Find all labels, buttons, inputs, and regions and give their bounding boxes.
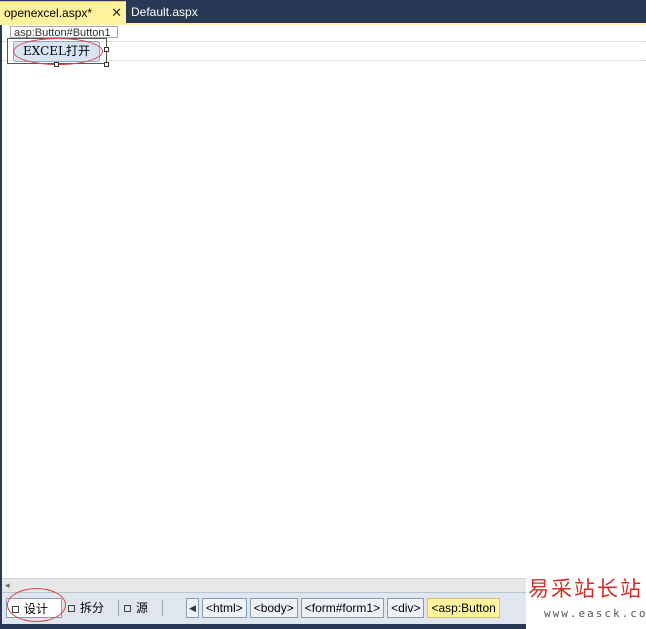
watermark-url: www.easck.com [544,607,646,620]
breadcrumb-scroll-left-icon[interactable]: ◀ [186,598,199,618]
source-view-icon [124,605,131,612]
resize-handle-corner[interactable] [104,62,109,67]
split-view-icon [68,605,75,612]
tag-breadcrumb: <html> <body> <form#form1> <div> <asp:Button [202,598,503,618]
split-view-label: 拆分 [80,601,105,615]
source-view-label: 源 [136,601,149,615]
watermark: 易采站长站 www.easck.com [526,570,646,629]
tab-default[interactable]: Default.aspx [128,1,198,23]
tab-default-label: Default.aspx [131,5,198,19]
control-tag-label: asp:Button#Button1 [10,26,118,39]
source-view-button[interactable]: 源 [124,598,148,618]
breadcrumb-body[interactable]: <body> [249,598,298,618]
document-tab-strip: openexcel.aspx* ✕ Default.aspx [0,0,646,25]
design-view-icon [12,606,19,613]
watermark-chinese-text: 易采站长站 [528,577,643,601]
breadcrumb-asp-button[interactable]: <asp:Button [427,598,500,618]
breadcrumb-form[interactable]: <form#form1> [300,598,385,618]
excel-open-button[interactable]: EXCEL打开 [13,41,100,62]
scroll-left-icon[interactable]: ◂ [5,579,10,592]
resize-handle-bottom[interactable] [54,62,59,67]
resize-handle-right[interactable] [104,47,109,52]
view-separator [118,600,119,616]
design-surface[interactable]: asp:Button#Button1 EXCEL打开 [2,25,646,578]
breadcrumb-html[interactable]: <html> [202,598,247,618]
view-separator [162,600,163,616]
tab-openexcel[interactable]: openexcel.aspx* ✕ [0,1,126,23]
tab-openexcel-label: openexcel.aspx* [4,6,93,20]
breadcrumb-div[interactable]: <div> [387,598,425,618]
design-view-label: 设计 [24,602,49,616]
close-tab-icon[interactable]: ✕ [111,2,122,24]
design-view-button[interactable]: 设计 [6,598,62,618]
split-view-button[interactable]: 拆分 [68,598,104,618]
